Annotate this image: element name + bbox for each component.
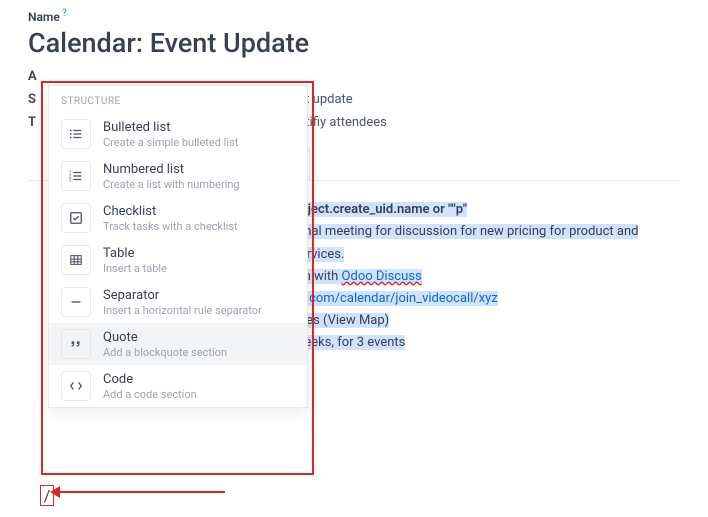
list-ol-icon: 123 bbox=[61, 161, 91, 191]
menu-item-title: Table bbox=[103, 246, 167, 261]
menu-item-desc: Insert a table bbox=[103, 262, 167, 275]
menu-item-title: Code bbox=[103, 372, 197, 387]
field-t-value: otifiy attendees bbox=[298, 115, 387, 130]
content-line-6: Weeks, for 3 events bbox=[293, 335, 405, 350]
menu-item-title: Quote bbox=[103, 330, 227, 345]
field-s-label: S bbox=[28, 92, 48, 107]
minus-icon bbox=[61, 287, 91, 317]
menu-item-desc: Insert a horizontal rule separator bbox=[103, 304, 262, 317]
menu-item-title: Bulleted list bbox=[103, 120, 238, 135]
menu-item-desc: Add a code section bbox=[103, 388, 197, 401]
menu-item-desc: Create a simple bulleted list bbox=[103, 136, 238, 149]
menu-item-title: Checklist bbox=[103, 204, 238, 219]
check-square-icon bbox=[61, 203, 91, 233]
menu-section-header: STRUCTURE bbox=[49, 86, 307, 113]
annotation-arrow-line bbox=[55, 491, 225, 493]
menu-item-code[interactable]: CodeAdd a code section bbox=[49, 365, 307, 407]
content-line-1: object.create_uid.name or ""p" bbox=[293, 202, 467, 217]
name-label: Name bbox=[28, 10, 60, 24]
content-line-2: ernal meeting for discussion for new pri… bbox=[293, 224, 638, 261]
svg-text:3: 3 bbox=[69, 178, 72, 183]
menu-item-bulleted-list[interactable]: Bulleted listCreate a simple bulleted li… bbox=[49, 113, 307, 155]
code-icon bbox=[61, 371, 91, 401]
list-ul-icon bbox=[61, 119, 91, 149]
menu-item-desc: Track tasks with a checklist bbox=[103, 220, 238, 233]
menu-item-title: Numbered list bbox=[103, 162, 240, 177]
table-icon bbox=[61, 245, 91, 275]
menu-item-title: Separator bbox=[103, 288, 262, 303]
slash-command-menu: STRUCTURE Bulleted listCreate a simple b… bbox=[48, 85, 308, 408]
editor-content[interactable]: object.create_uid.name or ""p" ernal mee… bbox=[278, 199, 680, 354]
menu-item-separator[interactable]: SeparatorInsert a horizontal rule separa… bbox=[49, 281, 307, 323]
menu-item-numbered-list[interactable]: 123 Numbered listCreate a list with numb… bbox=[49, 155, 307, 197]
menu-item-quote[interactable]: QuoteAdd a blockquote section bbox=[49, 323, 307, 365]
field-a-label: A bbox=[28, 69, 48, 84]
page-title: Calendar: Event Update bbox=[28, 27, 680, 59]
menu-item-desc: Add a blockquote section bbox=[103, 346, 227, 359]
menu-item-checklist[interactable]: ChecklistTrack tasks with a checklist bbox=[49, 197, 307, 239]
name-label-row: Name? bbox=[28, 8, 680, 25]
help-icon[interactable]: ? bbox=[62, 8, 67, 19]
field-t-label: T bbox=[28, 115, 48, 130]
menu-item-desc: Create a list with numbering bbox=[103, 178, 240, 191]
menu-item-table[interactable]: TableInsert a table bbox=[49, 239, 307, 281]
quote-icon bbox=[61, 329, 91, 359]
odoo-discuss-link[interactable]: Odoo Discuss bbox=[342, 269, 422, 284]
content-line-4: ny.com/calendar/join_videocall/xyz bbox=[293, 291, 498, 306]
